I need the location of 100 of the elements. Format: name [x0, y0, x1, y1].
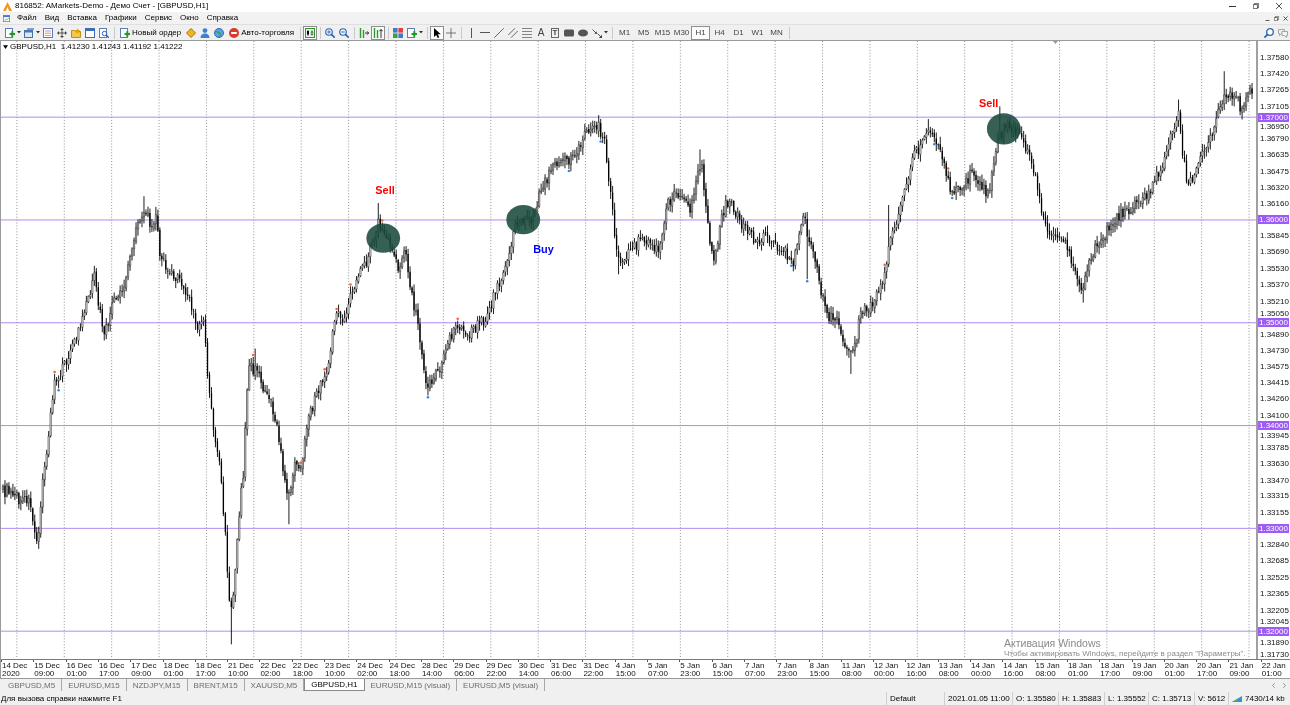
price-level-tag: 1.34000 — [1258, 421, 1289, 431]
diagonal-line-icon[interactable] — [494, 27, 505, 38]
price-axis-label: 1.36475 — [1260, 166, 1289, 176]
time-axis-label: 18 Dec 17:00 — [195, 662, 223, 678]
zoom-in-button[interactable] — [323, 25, 338, 40]
chart-tab[interactable]: GBPUSD,M5 — [2, 679, 63, 691]
person-icon[interactable] — [200, 27, 211, 38]
chart-window-icon[interactable] — [3, 14, 10, 22]
time-axis-label: 15 Dec 09:00 — [34, 662, 61, 678]
period-button[interactable]: M1 — [615, 25, 635, 40]
caret-icon[interactable] — [604, 31, 609, 34]
logo-icon — [3, 1, 12, 11]
price-axis-label: 1.33785 — [1260, 443, 1289, 453]
list-window-icon[interactable] — [43, 27, 53, 38]
period-button[interactable]: M15 — [653, 25, 673, 40]
text-label-button[interactable]: T — [550, 27, 560, 38]
menu-item[interactable]: Вид — [40, 13, 64, 23]
menu-item[interactable]: Справка — [202, 13, 243, 23]
stacked-lines-icon[interactable] — [522, 27, 533, 38]
period-button[interactable]: H4 — [710, 25, 730, 40]
globe-icon[interactable] — [214, 27, 225, 38]
menu-item[interactable]: Вставка — [63, 13, 101, 23]
time-axis-label: 12 Jan 00:00 — [874, 662, 900, 678]
rectangle-icon[interactable] — [564, 27, 575, 38]
caret-icon[interactable] — [36, 31, 40, 34]
period-button[interactable]: MN — [767, 25, 787, 40]
document-plus-icon[interactable] — [5, 27, 15, 38]
price-axis-label: 1.32365 — [1260, 589, 1289, 599]
ellipse-marker — [366, 223, 401, 253]
search-icon[interactable] — [1264, 27, 1274, 38]
close-icon[interactable] — [1275, 3, 1282, 9]
caret-icon[interactable] — [419, 31, 424, 34]
time-axis-label: 30 Dec 14:00 — [518, 662, 546, 678]
chart-text-label: Buy — [533, 242, 554, 255]
parallel-lines-icon[interactable] — [508, 27, 519, 38]
horizontal-line-icon[interactable] — [480, 32, 491, 33]
windows-stack-icon[interactable] — [24, 27, 34, 38]
price-axis-label: 1.37580 — [1260, 53, 1289, 62]
cursor-button[interactable] — [430, 25, 445, 40]
autoscroll-button[interactable] — [371, 25, 386, 40]
period-button[interactable]: M30 — [672, 25, 692, 40]
time-axis-label: 16 Dec 01:00 — [66, 662, 93, 678]
chevron-right-icon[interactable] — [1283, 683, 1286, 688]
chart-header: GBPUSD,H1 1.41230 1.41243 1.41192 1.41222 — [10, 42, 183, 51]
crosshair-icon — [446, 27, 457, 38]
chart-tab[interactable]: GBPUSD,H1 — [304, 679, 365, 691]
menu-item[interactable]: Сервис — [140, 13, 177, 23]
price-axis-label: 1.34415 — [1260, 378, 1289, 388]
restore-icon[interactable] — [1274, 15, 1279, 21]
chevron-left-icon[interactable] — [1272, 683, 1275, 688]
chart-tab[interactable]: EURUSD,M5 (visual) — [457, 679, 546, 691]
time-axis-label: 18 Dec 01:00 — [163, 662, 190, 678]
time-axis-label: 13 Jan 08:00 — [938, 662, 964, 678]
move-arrows-icon[interactable] — [57, 27, 67, 38]
minimize-icon[interactable] — [1229, 5, 1236, 7]
caret-icon[interactable] — [17, 31, 21, 34]
time-axis-label: 18 Jan 17:00 — [1100, 662, 1126, 678]
status-high: H: 1.35883 — [1058, 692, 1104, 705]
chart-tab[interactable]: BRENT,M15 — [187, 679, 245, 691]
bars-arrow-icon — [359, 27, 370, 38]
restore-icon[interactable] — [1252, 3, 1259, 9]
autotrading-button[interactable]: Авто-торговля — [226, 25, 298, 40]
period-button[interactable]: D1 — [729, 25, 749, 40]
status-traffic: 7430/14 kb — [1245, 694, 1285, 703]
chart-tab[interactable]: NZDJPY,M15 — [126, 679, 188, 691]
window-icon[interactable] — [85, 27, 95, 38]
candlestick-button[interactable] — [303, 25, 318, 40]
menu-item[interactable]: Графики — [100, 13, 141, 23]
tile-windows-button[interactable] — [391, 25, 406, 40]
menu-item[interactable]: Файл — [13, 13, 41, 23]
close-icon[interactable] — [1283, 15, 1288, 21]
price-axis-label: 1.31890 — [1260, 637, 1289, 647]
time-axis-label: 14 Dec 2020 — [2, 662, 29, 678]
price-axis-label: 1.35845 — [1260, 231, 1289, 241]
chart-tab[interactable]: EURUSD,M15 (visual) — [364, 679, 458, 691]
vertical-line-icon[interactable] — [470, 27, 472, 38]
price-axis-label: 1.34100 — [1260, 410, 1289, 420]
price-axis-label: 1.35210 — [1260, 296, 1289, 306]
time-axis-label: 12 Jan 16:00 — [906, 662, 932, 678]
text-tool-button[interactable]: A — [537, 27, 545, 38]
time-axis-label: 22 Jan 01:00 — [1261, 662, 1287, 678]
new-order-button[interactable]: Новый ордер — [117, 25, 185, 40]
document-search-icon[interactable] — [99, 27, 109, 38]
price-axis-label: 1.33155 — [1260, 507, 1289, 517]
period-button[interactable]: H1 — [691, 25, 711, 40]
template-button[interactable] — [405, 25, 420, 40]
time-axis-label: 21 Jan 09:00 — [1229, 662, 1255, 678]
connection-bars-icon — [1232, 695, 1242, 702]
arrows-icon[interactable] — [592, 27, 603, 38]
status-close: C: 1.35713 — [1148, 692, 1194, 705]
period-button[interactable]: W1 — [748, 25, 768, 40]
ellipse-icon[interactable] — [578, 27, 589, 38]
menu-item[interactable]: Окно — [176, 13, 203, 23]
time-axis-label: 14 Jan 16:00 — [1003, 662, 1029, 678]
caret-icon[interactable] — [3, 44, 8, 49]
chart-tab[interactable]: EURUSD,M15 — [62, 679, 127, 691]
time-axis-label: 19 Jan 09:00 — [1132, 662, 1158, 678]
zoom-out-button[interactable] — [337, 25, 352, 40]
period-button[interactable]: M5 — [634, 25, 654, 40]
chart-shift-button[interactable] — [357, 25, 372, 40]
